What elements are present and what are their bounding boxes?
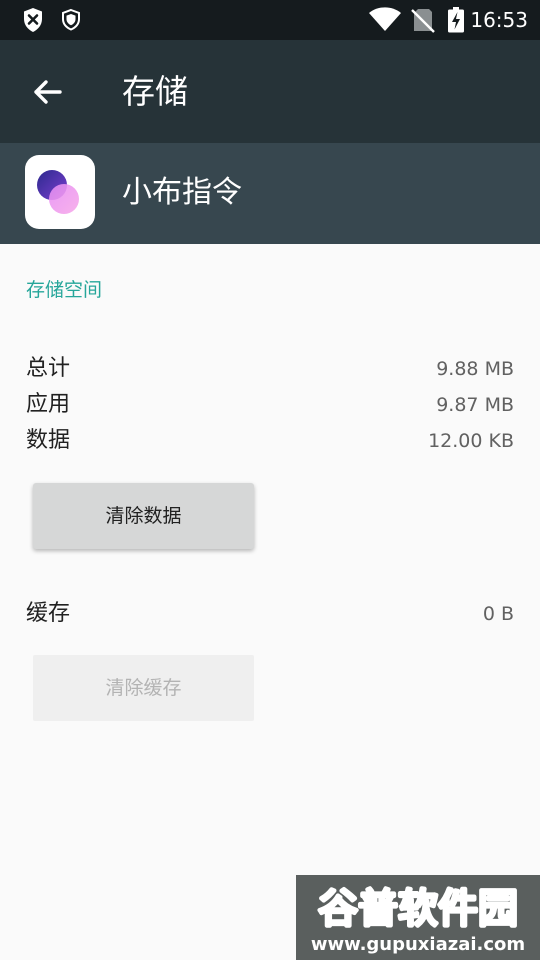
storage-section-title: 存储空间 <box>26 279 103 301</box>
stat-row-total: 总计 9.88 MB <box>26 351 514 387</box>
svg-text:谷普软件园: 谷普软件园 <box>318 886 518 932</box>
toolbar: 存储 <box>0 40 540 143</box>
arrow-back-icon <box>34 80 62 104</box>
app-icon <box>25 155 95 229</box>
overlapping-circles-icon <box>37 170 79 214</box>
stat-row-data: 数据 12.00 KB <box>26 423 514 459</box>
wifi-icon <box>369 7 401 31</box>
stat-value-data: 12.00 KB <box>428 430 514 452</box>
notification-x-icon <box>24 8 42 32</box>
watermark: 谷普软件园 www.gupuxiazai.com <box>296 875 540 960</box>
stat-label-total: 总计 <box>26 356 71 381</box>
stat-value-app: 9.87 MB <box>436 394 514 416</box>
stat-label-app: 应用 <box>26 392 71 417</box>
battery-charging-icon <box>448 7 464 33</box>
clear-cache-button: 清除缓存 <box>33 655 254 721</box>
stat-row-cache: 缓存 0 B <box>26 596 514 632</box>
status-bar: 16:53 <box>0 0 540 40</box>
stat-label-data: 数据 <box>26 428 71 453</box>
stat-value-total: 9.88 MB <box>436 358 514 380</box>
stat-row-app: 应用 9.87 MB <box>26 387 514 423</box>
back-button[interactable] <box>24 68 72 116</box>
watermark-logo: 谷普软件园 <box>317 885 520 934</box>
stat-value-cache: 0 B <box>482 603 514 625</box>
shield-icon <box>62 8 80 31</box>
no-sim-icon <box>411 9 435 33</box>
status-time: 16:53 <box>470 8 528 32</box>
page-title: 存储 <box>122 72 188 111</box>
watermark-url: www.gupuxiazai.com <box>310 934 526 955</box>
app-header: 小布指令 <box>0 143 540 244</box>
stat-label-cache: 缓存 <box>26 601 71 626</box>
app-name: 小布指令 <box>122 175 242 210</box>
clear-data-button[interactable]: 清除数据 <box>33 483 254 549</box>
